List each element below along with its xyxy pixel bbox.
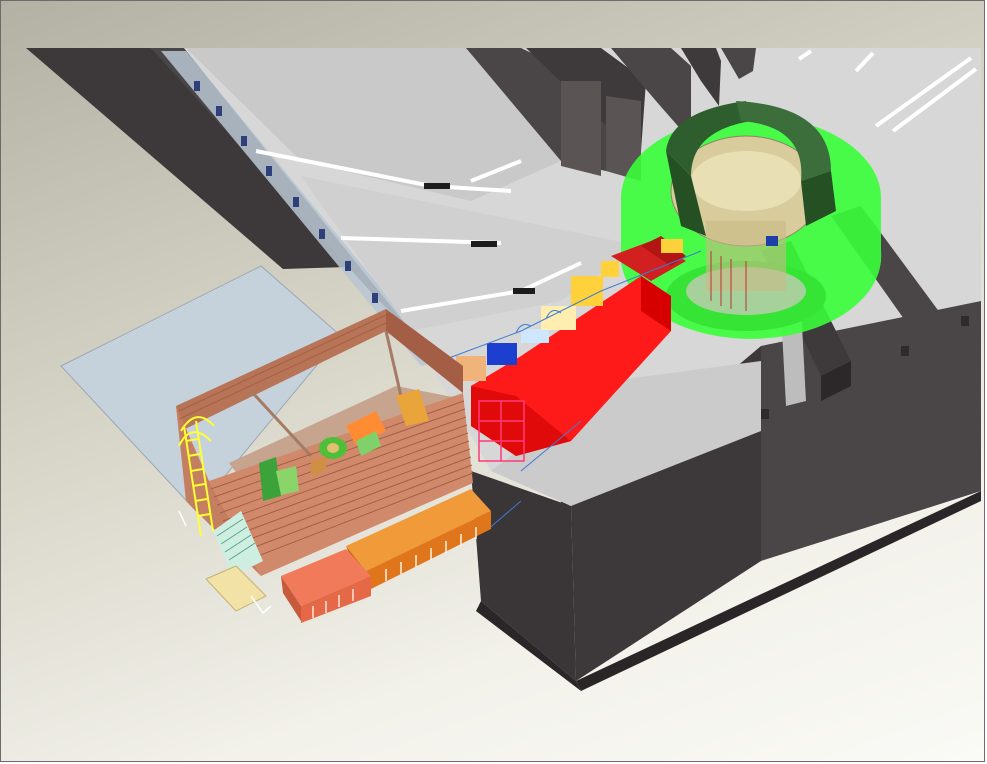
ring-blue-marker (766, 236, 778, 246)
south-wall (471, 471, 581, 691)
facility-3d-model (26, 48, 981, 691)
cad-viewport (0, 0, 985, 762)
